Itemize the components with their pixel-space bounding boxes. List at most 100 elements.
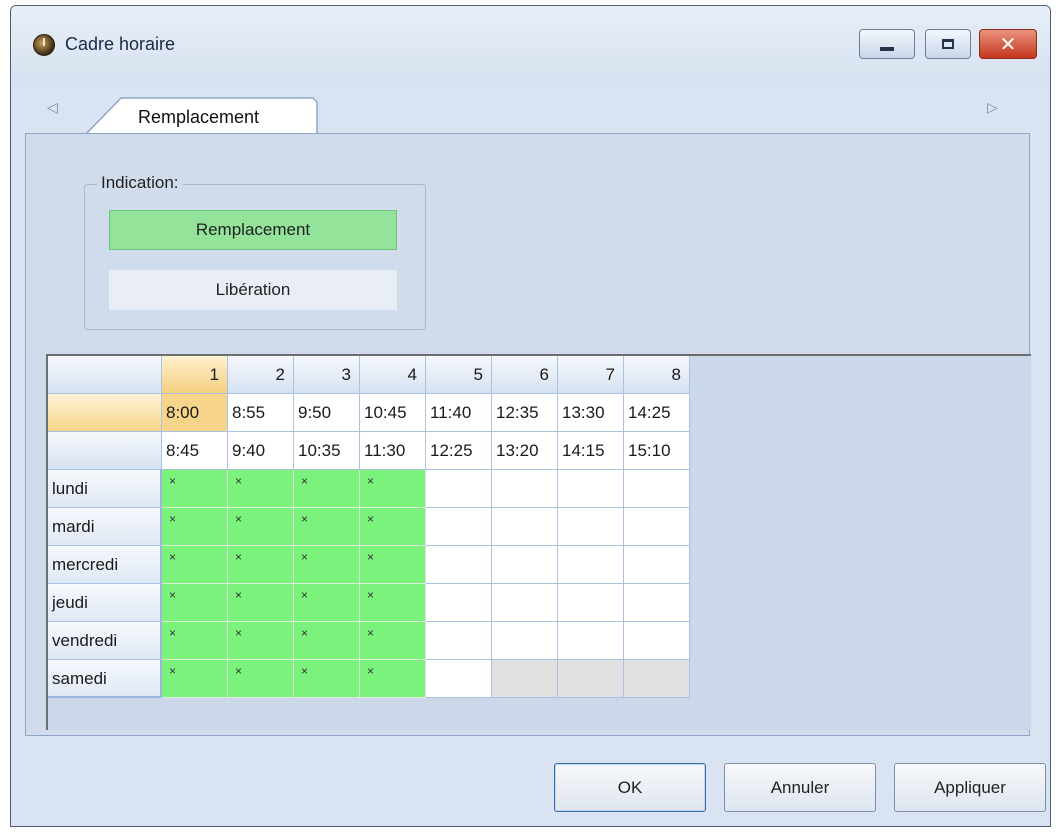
- close-button[interactable]: ✕: [979, 29, 1037, 59]
- end-time-row-header[interactable]: [48, 432, 162, 470]
- timeslot-cell[interactable]: ×: [228, 508, 294, 546]
- timeslot-cell[interactable]: ×: [294, 622, 360, 660]
- timeslot-cell[interactable]: ×: [228, 622, 294, 660]
- timeslot-cell[interactable]: ×: [360, 660, 426, 698]
- timeslot-cell[interactable]: [492, 546, 558, 584]
- timeslot-cell[interactable]: [492, 660, 558, 698]
- title-bar[interactable]: Cadre horaire ✕: [11, 6, 1050, 86]
- timeslot-cell[interactable]: [426, 660, 492, 698]
- timeslot-cell[interactable]: ×: [294, 660, 360, 698]
- end-time-cell[interactable]: 14:15: [558, 432, 624, 470]
- timeslot-cell[interactable]: [624, 508, 690, 546]
- minimize-button[interactable]: [859, 29, 915, 59]
- timeslot-cell[interactable]: ×: [228, 584, 294, 622]
- end-time-cell[interactable]: 10:35: [294, 432, 360, 470]
- end-time-cell[interactable]: 8:45: [162, 432, 228, 470]
- timeslot-cell[interactable]: [492, 584, 558, 622]
- timeslot-cell[interactable]: [426, 622, 492, 660]
- apply-button[interactable]: Appliquer: [894, 763, 1046, 812]
- period-header[interactable]: 1: [162, 356, 228, 394]
- timeslot-cell[interactable]: ×: [162, 660, 228, 698]
- period-header[interactable]: 8: [624, 356, 690, 394]
- cancel-button[interactable]: Annuler: [724, 763, 876, 812]
- period-header[interactable]: 3: [294, 356, 360, 394]
- period-header[interactable]: 6: [492, 356, 558, 394]
- tab-panel: Indication: Remplacement Libération 1234…: [25, 133, 1031, 736]
- timeslot-cell[interactable]: [558, 546, 624, 584]
- timeslot-cell[interactable]: ×: [360, 622, 426, 660]
- grid-corner-cell[interactable]: [48, 356, 162, 394]
- day-row-header[interactable]: lundi: [48, 470, 162, 508]
- timeslot-cell[interactable]: ×: [294, 470, 360, 508]
- timeslot-cell[interactable]: [492, 470, 558, 508]
- end-time-cell[interactable]: 11:30: [360, 432, 426, 470]
- timeslot-cell[interactable]: ×: [162, 470, 228, 508]
- timeslot-cell[interactable]: ×: [360, 546, 426, 584]
- timeslot-cell[interactable]: ×: [162, 508, 228, 546]
- start-time-cell[interactable]: 8:55: [228, 394, 294, 432]
- timeslot-cell[interactable]: ×: [162, 584, 228, 622]
- period-header[interactable]: 4: [360, 356, 426, 394]
- indication-group: Indication: Remplacement Libération: [84, 173, 426, 330]
- timeslot-cell[interactable]: ×: [360, 584, 426, 622]
- timeslot-cell[interactable]: [624, 660, 690, 698]
- timeslot-cell[interactable]: [426, 546, 492, 584]
- timeslot-cell[interactable]: ×: [228, 660, 294, 698]
- start-time-cell[interactable]: 13:30: [558, 394, 624, 432]
- end-time-cell[interactable]: 9:40: [228, 432, 294, 470]
- end-time-cell[interactable]: 12:25: [426, 432, 492, 470]
- start-time-cell[interactable]: 10:45: [360, 394, 426, 432]
- timeslot-cell[interactable]: ×: [294, 508, 360, 546]
- end-time-cell[interactable]: 15:10: [624, 432, 690, 470]
- timeslot-cell[interactable]: [624, 622, 690, 660]
- day-row-header[interactable]: mardi: [48, 508, 162, 546]
- tab-strip: ◁ Remplacement ▷: [25, 86, 1030, 135]
- timeslot-cell[interactable]: [492, 622, 558, 660]
- tab-label: Remplacement: [138, 107, 260, 127]
- timeslot-cell[interactable]: ×: [228, 470, 294, 508]
- start-time-cell[interactable]: 12:35: [492, 394, 558, 432]
- start-time-cell[interactable]: 11:40: [426, 394, 492, 432]
- timeslot-cell[interactable]: [558, 622, 624, 660]
- timeslot-cell[interactable]: [426, 470, 492, 508]
- end-time-cell[interactable]: 13:20: [492, 432, 558, 470]
- timeslot-cell[interactable]: ×: [162, 622, 228, 660]
- maximize-icon: [942, 39, 954, 49]
- timeslot-cell[interactable]: [558, 470, 624, 508]
- timetable: 1 2 3 4 5 6 7 8 8:00 8:55 9:50 10:45 11:40 12:35 13:30…: [48, 356, 690, 698]
- timeslot-cell[interactable]: [558, 660, 624, 698]
- timeslot-cell[interactable]: [426, 508, 492, 546]
- day-row-header[interactable]: vendredi: [48, 622, 162, 660]
- timeslot-cell[interactable]: ×: [228, 546, 294, 584]
- period-header[interactable]: 7: [558, 356, 624, 394]
- start-time-cell[interactable]: 14:25: [624, 394, 690, 432]
- timeslot-cell[interactable]: ×: [162, 546, 228, 584]
- timeslot-cell[interactable]: ×: [294, 584, 360, 622]
- period-header[interactable]: 5: [426, 356, 492, 394]
- period-header[interactable]: 2: [228, 356, 294, 394]
- day-row-header[interactable]: mercredi: [48, 546, 162, 584]
- day-row-header[interactable]: samedi: [48, 660, 162, 698]
- timeslot-cell[interactable]: ×: [360, 470, 426, 508]
- tab-scroll-left-icon[interactable]: ◁: [47, 100, 58, 116]
- option-liberation[interactable]: Libération: [109, 270, 397, 310]
- tab-scroll-right-icon[interactable]: ▷: [987, 100, 998, 116]
- timeslot-cell[interactable]: [558, 584, 624, 622]
- timeslot-cell[interactable]: [624, 470, 690, 508]
- start-time-cell[interactable]: 8:00: [162, 394, 228, 432]
- window-title: Cadre horaire: [65, 34, 176, 54]
- timeslot-cell[interactable]: [558, 508, 624, 546]
- start-time-row-header[interactable]: [48, 394, 162, 432]
- start-time-cell[interactable]: 9:50: [294, 394, 360, 432]
- timeslot-cell[interactable]: [624, 546, 690, 584]
- timeslot-cell[interactable]: [426, 584, 492, 622]
- maximize-button[interactable]: [925, 29, 971, 59]
- day-row-header[interactable]: jeudi: [48, 584, 162, 622]
- timeslot-cell[interactable]: [624, 584, 690, 622]
- tab-remplacement[interactable]: Remplacement: [85, 97, 318, 135]
- timeslot-cell[interactable]: ×: [360, 508, 426, 546]
- ok-button[interactable]: OK: [554, 763, 706, 812]
- timeslot-cell[interactable]: ×: [294, 546, 360, 584]
- timeslot-cell[interactable]: [492, 508, 558, 546]
- option-remplacement[interactable]: Remplacement: [109, 210, 397, 250]
